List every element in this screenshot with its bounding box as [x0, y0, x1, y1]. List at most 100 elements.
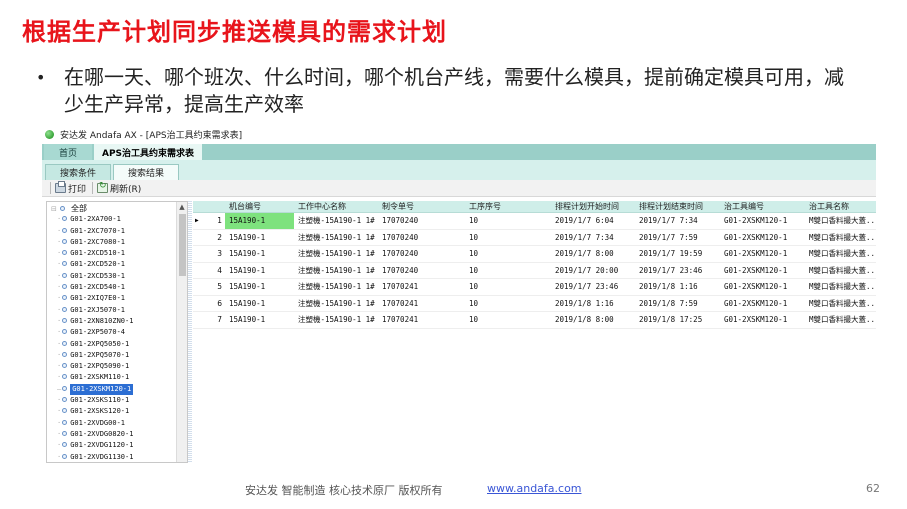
cell-plan-end[interactable]: 2019/1/8 1:16	[635, 279, 720, 295]
cell-tool-no[interactable]: G01-2XSKM120-1	[720, 213, 805, 229]
cell-plan-start[interactable]: 2019/1/7 7:34	[551, 230, 635, 246]
cell-plan-end[interactable]: 2019/1/8 7:59	[635, 296, 720, 312]
tree-item[interactable]: · G01-2XC7080-1	[47, 237, 177, 248]
cell-machine-no[interactable]: 15A190-1	[225, 246, 294, 262]
cell-plan-start[interactable]: 2019/1/7 23:46	[551, 279, 635, 295]
tree-item[interactable]: · G01-2XCD530-1	[47, 271, 177, 282]
tree-item[interactable]: · G01-2XSKS110-1	[47, 395, 177, 406]
tree-item[interactable]: · G01-2XCD540-1	[47, 282, 177, 293]
tree-item[interactable]: · G01-2XN810ZN0-1	[47, 316, 177, 327]
cell-plan-start[interactable]: 2019/1/8 8:00	[551, 312, 635, 328]
tree-item[interactable]: · G01-2XVDG1130-1	[47, 452, 177, 462]
cell-plan-start[interactable]: 2019/1/8 1:16	[551, 296, 635, 312]
tree-item[interactable]: · G01-2XP5070-4	[47, 327, 177, 338]
cell-machine-no[interactable]: 15A190-1	[225, 230, 294, 246]
tree-item[interactable]: · G01-2XPQ5090-1	[47, 361, 177, 372]
cell-process-no[interactable]: 10	[465, 263, 551, 279]
cell-order-no[interactable]: 17070241	[378, 296, 465, 312]
cell-process-no[interactable]: 10	[465, 246, 551, 262]
table-row[interactable]: 6 15A190-1 注塑機-15A190-1 1# 17070241 10 2019/1…	[193, 296, 876, 312]
panel-splitter[interactable]	[188, 201, 192, 463]
cell-work-center[interactable]: 注塑機-15A190-1 1#	[294, 279, 378, 295]
cell-plan-end[interactable]: 2019/1/7 7:59	[635, 230, 720, 246]
table-row[interactable]: 5 15A190-1 注塑機-15A190-1 1# 17070241 10 2019/1…	[193, 279, 876, 296]
column-header-process-no[interactable]: 工序序号	[465, 201, 551, 212]
tab-search-results[interactable]: 搜索结果	[113, 164, 180, 180]
tree-scrollbar[interactable]: ▲	[176, 202, 187, 462]
cell-machine-no[interactable]: 15A190-1	[225, 213, 294, 229]
cell-work-center[interactable]: 注塑機-15A190-1 1#	[294, 230, 378, 246]
column-header-tool-no[interactable]: 治工具编号	[720, 201, 805, 212]
cell-tool-no[interactable]: G01-2XSKM120-1	[720, 263, 805, 279]
cell-machine-no[interactable]: 15A190-1	[225, 312, 294, 328]
tree-item[interactable]: · G01-2XSKM110-1	[47, 372, 177, 383]
refresh-button[interactable]: 刷新(R)	[97, 181, 141, 195]
tree-item[interactable]: · G01-2XVDG0820-1	[47, 429, 177, 440]
table-row[interactable]: 3 15A190-1 注塑機-15A190-1 1# 17070240 10 2019/1…	[193, 246, 876, 263]
cell-order-no[interactable]: 17070240	[378, 213, 465, 229]
tree-scroll-thumb[interactable]	[179, 214, 186, 276]
tree-item[interactable]: · G01-2XC7070-1	[47, 226, 177, 237]
tree-item[interactable]: · G01-2XA700-1	[47, 214, 177, 225]
column-header-tool-name[interactable]: 治工具名称	[805, 201, 876, 212]
cell-plan-start[interactable]: 2019/1/7 6:04	[551, 213, 635, 229]
cell-tool-name[interactable]: M雙口香料撮大蓋...	[805, 213, 876, 229]
tree-root[interactable]: ⊟ 全部	[47, 203, 177, 214]
cell-work-center[interactable]: 注塑機-15A190-1 1#	[294, 246, 378, 262]
cell-order-no[interactable]: 17070240	[378, 230, 465, 246]
cell-process-no[interactable]: 10	[465, 296, 551, 312]
cell-machine-no[interactable]: 15A190-1	[225, 279, 294, 295]
column-header-order-no[interactable]: 制令单号	[378, 201, 465, 212]
tree-item[interactable]: — G01-2XSKM120-1	[47, 383, 177, 396]
tree-item[interactable]: · G01-2XPQ5070-1	[47, 350, 177, 361]
column-header-work-center[interactable]: 工作中心名称	[294, 201, 378, 212]
cell-tool-no[interactable]: G01-2XSKM120-1	[720, 279, 805, 295]
tree-item[interactable]: · G01-2XSKS120-1	[47, 406, 177, 417]
cell-process-no[interactable]: 10	[465, 312, 551, 328]
cell-plan-start[interactable]: 2019/1/7 20:00	[551, 263, 635, 279]
tree-item[interactable]: · G01-2XPQ5050-1	[47, 339, 177, 350]
cell-order-no[interactable]: 17070241	[378, 312, 465, 328]
cell-order-no[interactable]: 17070240	[378, 246, 465, 262]
cell-plan-end[interactable]: 2019/1/7 7:34	[635, 213, 720, 229]
table-row[interactable]: 4 15A190-1 注塑機-15A190-1 1# 17070240 10 2019/1…	[193, 263, 876, 279]
cell-tool-no[interactable]: G01-2XSKM120-1	[720, 312, 805, 328]
print-button[interactable]: 打印	[55, 181, 86, 195]
cell-tool-no[interactable]: G01-2XSKM120-1	[720, 246, 805, 262]
cell-machine-no[interactable]: 15A190-1	[225, 263, 294, 279]
cell-tool-name[interactable]: M雙口香料撮大蓋...	[805, 263, 876, 279]
tree-item[interactable]: · G01-2XJ5070-1	[47, 305, 177, 316]
cell-tool-name[interactable]: M雙口香料撮大蓋...	[805, 296, 876, 312]
cell-machine-no[interactable]: 15A190-1	[225, 296, 294, 312]
tree-item[interactable]: · G01-2XCD510-1	[47, 248, 177, 259]
column-header-plan-end[interactable]: 排程计划结束时间	[635, 201, 720, 212]
tree-item[interactable]: · G01-2XIQ7E0-1	[47, 293, 177, 304]
cell-plan-end[interactable]: 2019/1/7 23:46	[635, 263, 720, 279]
cell-work-center[interactable]: 注塑機-15A190-1 1#	[294, 263, 378, 279]
cell-work-center[interactable]: 注塑機-15A190-1 1#	[294, 213, 378, 229]
cell-tool-no[interactable]: G01-2XSKM120-1	[720, 296, 805, 312]
cell-process-no[interactable]: 10	[465, 230, 551, 246]
cell-order-no[interactable]: 17070240	[378, 263, 465, 279]
table-row[interactable]: 2 15A190-1 注塑機-15A190-1 1# 17070240 10 2019/1…	[193, 230, 876, 246]
tab-search-criteria[interactable]: 搜索条件	[45, 164, 112, 180]
cell-plan-end[interactable]: 2019/1/8 17:25	[635, 312, 720, 328]
cell-work-center[interactable]: 注塑機-15A190-1 1#	[294, 312, 378, 328]
tab-home[interactable]: 首页	[44, 144, 92, 160]
footer-link[interactable]: www.andafa.com	[487, 482, 582, 495]
tree-item[interactable]: · G01-2XVDG00-1	[47, 418, 177, 429]
cell-tool-no[interactable]: G01-2XSKM120-1	[720, 230, 805, 246]
tree-item[interactable]: · G01-2XCD520-1	[47, 259, 177, 270]
tree-item[interactable]: · G01-2XVDG1120-1	[47, 440, 177, 451]
column-header-machine-no[interactable]: 机台编号	[225, 201, 294, 212]
cell-process-no[interactable]: 10	[465, 279, 551, 295]
scroll-up-icon[interactable]: ▲	[178, 203, 186, 211]
cell-plan-start[interactable]: 2019/1/7 8:00	[551, 246, 635, 262]
cell-tool-name[interactable]: M雙口香料撮大蓋...	[805, 246, 876, 262]
cell-process-no[interactable]: 10	[465, 213, 551, 229]
column-header-plan-start[interactable]: 排程计划开始时间	[551, 201, 635, 212]
cell-tool-name[interactable]: M雙口香料撮大蓋...	[805, 279, 876, 295]
cell-tool-name[interactable]: M雙口香料撮大蓋...	[805, 230, 876, 246]
cell-order-no[interactable]: 17070241	[378, 279, 465, 295]
cell-work-center[interactable]: 注塑機-15A190-1 1#	[294, 296, 378, 312]
